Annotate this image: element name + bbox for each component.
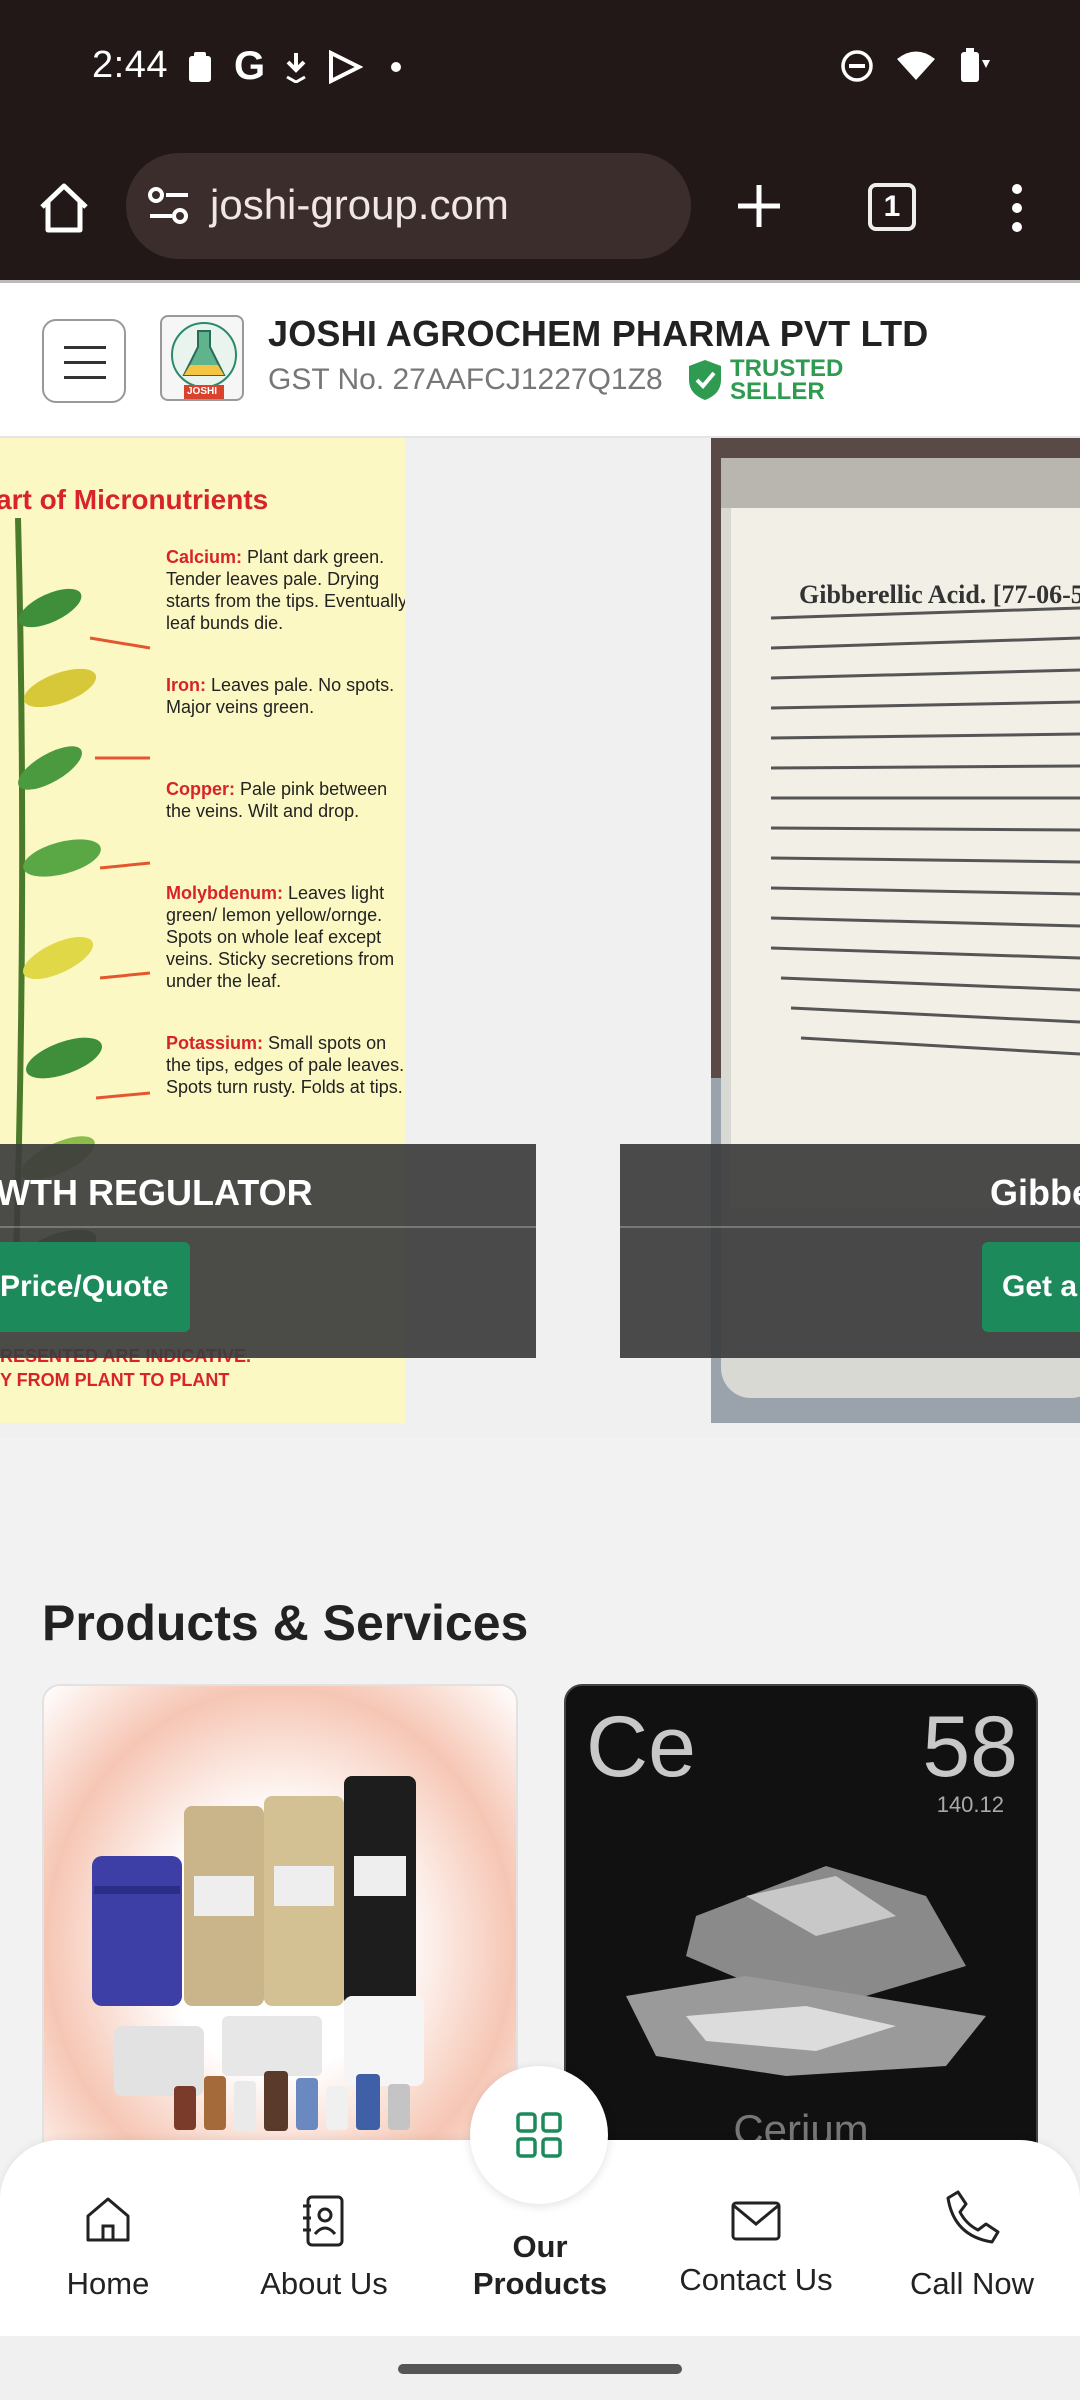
menu-icon-line [64, 361, 106, 364]
cerium-metal-image [626, 1866, 986, 2076]
tab-switcher-button[interactable]: 1 [868, 183, 916, 231]
element-mass: 140.12 [936, 1792, 1004, 1817]
product-card-cerium[interactable]: Ce 58 140.12 Cerium [564, 1684, 1038, 2204]
page: 2:44 G joshi-group.com 1 JOSHI JOSHI AGR… [0, 0, 1080, 2400]
status-time: 2:44 [92, 44, 168, 86]
note-molybdenum: Molybdenum: Leaves light green/ lemon ye… [166, 882, 405, 992]
phone-icon [946, 2190, 1000, 2244]
our-products-line1: Our [512, 2229, 568, 2264]
mail-icon [731, 2201, 781, 2241]
more-notifications-dot [391, 61, 402, 72]
logo-text: JOSHI [186, 386, 217, 397]
footnote-line2: Y FROM PLANT TO PLANT [0, 1370, 230, 1390]
new-tab-icon[interactable] [736, 183, 782, 229]
google-icon: G [234, 44, 266, 88]
do-not-disturb-icon [841, 50, 873, 82]
products-section-title: Products & Services [42, 1595, 529, 1651]
jar-label-title: Gibberellic Acid. [77-06-5] [799, 580, 1080, 609]
note-name: Molybdenum: [166, 883, 283, 903]
note-name: Copper: [166, 779, 235, 799]
our-products-line2: Products [472, 2266, 608, 2301]
note-copper: Copper: Pale pink between the veins. Wil… [166, 778, 405, 822]
element-symbol: Ce [586, 1699, 696, 1795]
nav-home[interactable]: Home [0, 2140, 216, 2336]
home-icon [86, 2197, 130, 2242]
nav-contact-us-label: Contact Us [679, 2262, 833, 2297]
overlay-divider [620, 1226, 1080, 1228]
site-header: JOSHI JOSHI AGROCHEM PHARMA PVT LTD GST … [0, 280, 1080, 438]
trusted-line1: TRUSTED [730, 355, 844, 382]
trusted-text: TRUSTED SELLER [730, 355, 844, 405]
slide2-title: Gibbe [990, 1172, 1080, 1213]
nav-call-now-label: Call Now [909, 2266, 1035, 2301]
contact-book-icon [303, 2195, 344, 2247]
more-options-icon[interactable] [1008, 183, 1026, 233]
company-name: JOSHI AGROCHEM PHARMA PVT LTD [268, 313, 929, 354]
menu-icon-line [64, 376, 106, 379]
slide1-caption-overlay: WTH REGULATOR Price/Quote [0, 1144, 536, 1358]
hero-carousel[interactable]: art of Micronutrients Calcium: Plant dar… [0, 438, 1080, 1438]
home-gesture-handle[interactable] [398, 2364, 682, 2374]
get-price-quote-button[interactable]: Price/Quote [0, 1242, 190, 1332]
home-icon[interactable] [36, 181, 92, 235]
clipboard-icon [189, 51, 211, 82]
note-name: Calcium: [166, 547, 243, 567]
company-logo[interactable]: JOSHI [160, 315, 244, 401]
battery-icon [961, 48, 990, 82]
download-icon [286, 52, 306, 83]
gesture-bar [0, 2336, 1080, 2400]
trusted-line2: SELLER [730, 378, 825, 405]
grid-icon [516, 2112, 562, 2158]
system-icons [840, 48, 994, 84]
nav-home-label: Home [66, 2266, 150, 2301]
wifi-icon [897, 51, 935, 80]
slide2-caption-overlay: Gibbe Get a [620, 1144, 1080, 1358]
nav-about-us-label: About Us [260, 2266, 388, 2301]
address-bar[interactable]: joshi-group.com [126, 153, 691, 259]
menu-icon-line [64, 346, 106, 349]
note-name: Potassium: [166, 1033, 264, 1053]
menu-button[interactable] [42, 319, 126, 403]
nav-our-products-label[interactable]: Our Products [440, 2228, 640, 2302]
shield-check-icon [689, 360, 721, 400]
nav-call-now[interactable]: Call Now [864, 2140, 1080, 2336]
trusted-seller-badge: TRUSTED SELLER [686, 355, 844, 405]
nav-contact-us[interactable]: Contact Us [648, 2140, 864, 2336]
chemical-containers-image [92, 1776, 424, 2131]
our-products-button[interactable] [470, 2066, 608, 2204]
element-number: 58 [922, 1699, 1018, 1795]
gst-number: GST No. 27AAFCJ1227Q1Z8 [268, 363, 663, 396]
note-calcium: Calcium: Plant dark green. Tender leaves… [166, 546, 405, 634]
note-potassium: Potassium: Small spots on the tips, edge… [166, 1032, 405, 1098]
notification-icons: G [186, 44, 402, 89]
note-name: Iron: [166, 675, 206, 695]
overlay-divider [0, 1226, 536, 1228]
nav-about-us[interactable]: About Us [216, 2140, 432, 2336]
note-iron: Iron: Leaves pale. No spots. Major veins… [166, 674, 405, 718]
status-bar: 2:44 G [0, 0, 1080, 135]
browser-toolbar: joshi-group.com 1 [0, 135, 1080, 280]
slide1-title: WTH REGULATOR [0, 1172, 313, 1213]
slide-chart-title: art of Micronutrients [0, 484, 269, 515]
get-a-quote-button[interactable]: Get a [982, 1242, 1080, 1332]
product-card-chemicals[interactable] [42, 1684, 518, 2204]
site-settings-icon[interactable] [146, 185, 192, 227]
play-store-icon [329, 49, 364, 84]
url-text[interactable]: joshi-group.com [210, 181, 509, 229]
